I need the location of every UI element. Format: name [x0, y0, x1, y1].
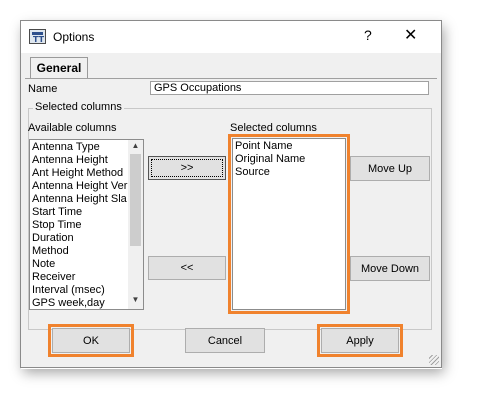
arrow-up-icon[interactable]: ▲: [130, 141, 141, 153]
available-column-item[interactable]: Start Time: [30, 206, 143, 219]
selected-columns-label: Selected columns: [230, 122, 317, 134]
apply-button[interactable]: Apply: [321, 328, 399, 353]
available-column-item[interactable]: Ant Height Method: [30, 167, 143, 180]
available-column-item[interactable]: Antenna Type: [30, 141, 143, 154]
cancel-button[interactable]: Cancel: [185, 328, 265, 353]
selected-column-item[interactable]: Source: [233, 166, 345, 179]
app-icon: TT: [29, 29, 46, 44]
options-dialog: TT Options ? ✕ General Name GPS Occupati…: [20, 20, 442, 368]
available-columns-label: Available columns: [28, 122, 117, 134]
available-column-item[interactable]: Interval (msec): [30, 284, 143, 297]
available-column-item[interactable]: Antenna Height: [30, 154, 143, 167]
available-column-item[interactable]: GPS week,day: [30, 297, 143, 309]
name-input[interactable]: GPS Occupations: [150, 81, 429, 95]
arrow-down-icon[interactable]: ▼: [130, 295, 141, 307]
available-column-item[interactable]: Note: [30, 258, 143, 271]
available-column-item[interactable]: Stop Time: [30, 219, 143, 232]
title-bar: TT Options ? ✕: [21, 21, 441, 53]
move-up-button[interactable]: Move Up: [350, 156, 430, 181]
selected-columns-list[interactable]: Point Name Original Name Source: [232, 138, 346, 310]
available-columns-list[interactable]: Antenna Type Antenna Height Ant Height Met…: [29, 139, 144, 310]
tab-divider: [25, 78, 437, 79]
available-column-item[interactable]: Method: [30, 245, 143, 258]
remove-column-button[interactable]: <<: [148, 256, 226, 280]
tab-general[interactable]: General: [30, 57, 88, 79]
close-button[interactable]: ✕: [404, 25, 417, 45]
available-scrollbar[interactable]: ▲ ▼: [128, 140, 143, 309]
help-button[interactable]: ?: [364, 27, 372, 43]
add-column-button[interactable]: >>: [148, 156, 226, 180]
selected-column-item[interactable]: Original Name: [233, 153, 345, 166]
name-label: Name: [28, 83, 58, 95]
window-title: Options: [53, 30, 95, 44]
available-column-item[interactable]: Receiver: [30, 271, 143, 284]
ok-button[interactable]: OK: [52, 328, 130, 353]
selected-column-item[interactable]: Point Name: [233, 140, 345, 153]
available-column-item[interactable]: Antenna Height Sla: [30, 193, 143, 206]
group-label: Selected columns: [33, 101, 124, 113]
resize-grip-icon[interactable]: [429, 355, 439, 365]
scroll-thumb[interactable]: [130, 154, 141, 246]
available-column-item[interactable]: Duration: [30, 232, 143, 245]
move-down-button[interactable]: Move Down: [350, 256, 430, 281]
available-column-item[interactable]: Antenna Height Ver: [30, 180, 143, 193]
